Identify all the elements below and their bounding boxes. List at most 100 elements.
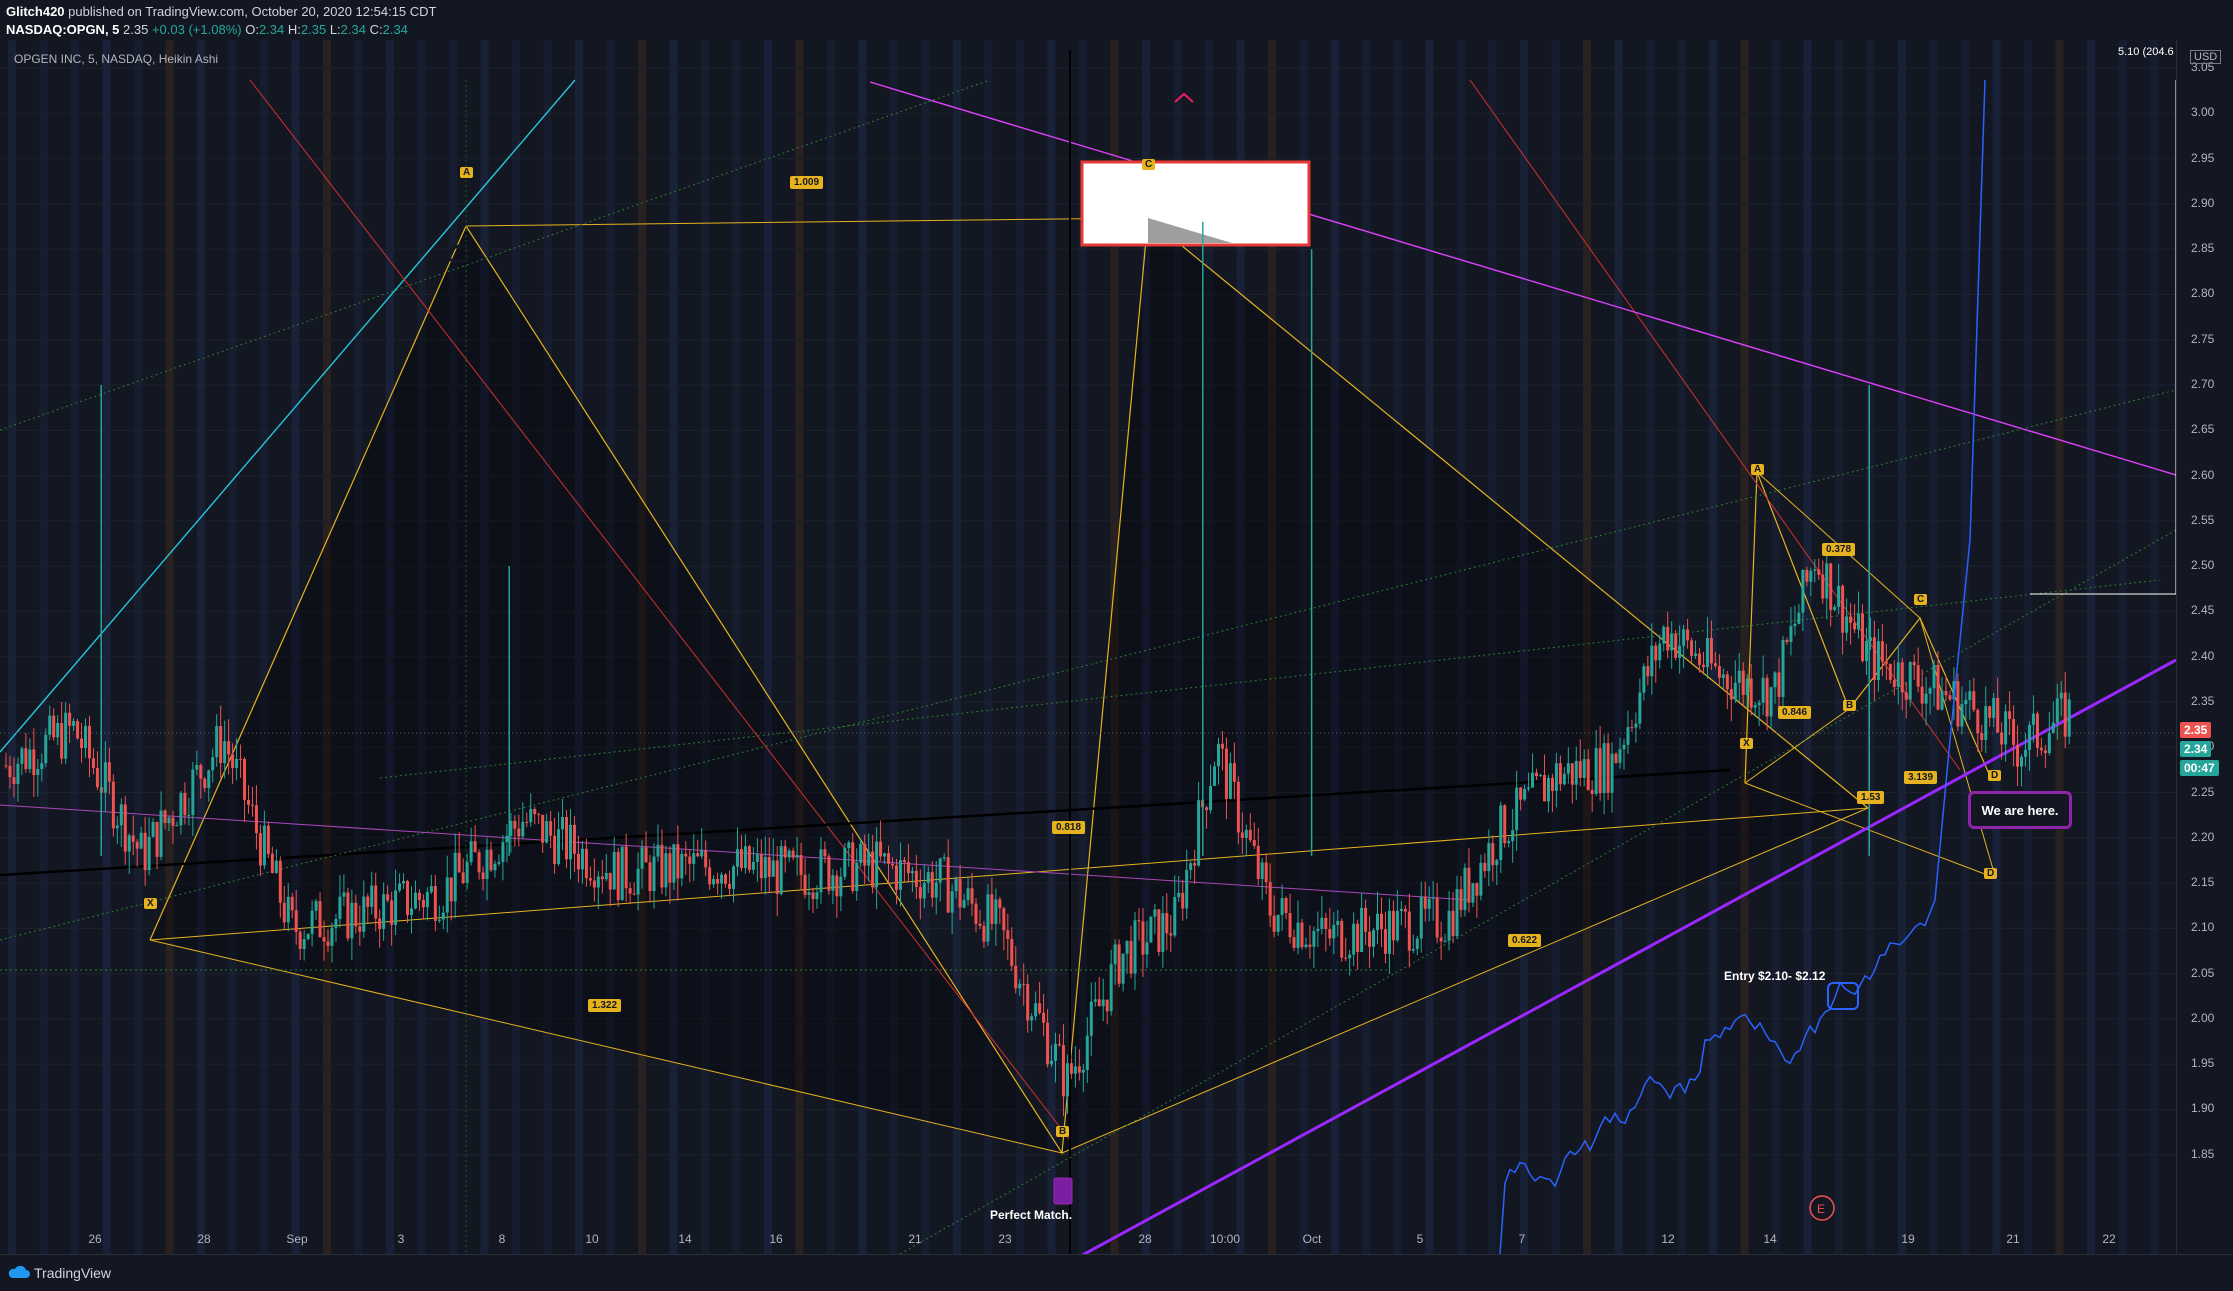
ratio-xd: 0.818 [1052, 821, 1086, 834]
pattern-point-b: B [1056, 1126, 1070, 1137]
candle-body [1443, 940, 1447, 942]
small-point-d: D [1984, 868, 1998, 879]
time-tick-label: Oct [1303, 1232, 1322, 1246]
candle-body [565, 817, 569, 860]
candle-body [179, 793, 183, 826]
candle-body [1566, 763, 1570, 774]
session-band [2118, 40, 2127, 1254]
low-value: 2.34 [340, 22, 366, 37]
candle-body [918, 886, 922, 899]
candle-body [628, 888, 632, 894]
candle-body [1578, 760, 1582, 779]
candle-body [811, 892, 815, 900]
candle-body [175, 825, 179, 827]
candle-body [298, 931, 302, 949]
candle-body [306, 933, 310, 940]
candle-body [477, 852, 481, 873]
candle-body [1507, 841, 1511, 844]
candle-body [656, 844, 660, 857]
candle-body [2004, 711, 2008, 745]
we-are-here-callout[interactable]: We are here. [1968, 791, 2072, 829]
candle-body [700, 850, 704, 857]
candle-body [1801, 569, 1805, 613]
candle-body [1725, 674, 1729, 690]
candle-body [485, 849, 489, 880]
candle-body [1538, 775, 1542, 777]
candle-body [843, 848, 847, 877]
candle-body [922, 882, 926, 899]
candle-body [44, 734, 48, 764]
candle-body [1026, 983, 1030, 1021]
candle-body [386, 894, 390, 901]
candle-body [1284, 898, 1288, 914]
candle-body [1709, 637, 1713, 664]
candle-body [2039, 747, 2043, 751]
session-band [1898, 40, 1906, 1254]
candle-body [620, 846, 624, 901]
candle-body [167, 817, 171, 824]
pattern-point-x: X [144, 898, 157, 909]
author-name[interactable]: Glitch420 [6, 4, 65, 19]
candle-body [898, 860, 902, 890]
candle-body [378, 918, 382, 929]
candle-body [632, 893, 636, 895]
ratio-small-bd: 1.53 [1857, 791, 1885, 804]
candle-body [513, 820, 517, 829]
candle-body [716, 878, 720, 884]
price-axis[interactable]: 3.05 3.00 2.95 2.90 2.85 2.80 2.75 2.70 2.65 2.60… [2176, 40, 2233, 1254]
candle-body [1491, 843, 1495, 866]
candle-body [994, 899, 998, 924]
candle-body [950, 891, 954, 913]
candle-body [28, 749, 32, 770]
price-tick-label: 1.90 [2191, 1101, 2215, 1116]
currency-label[interactable]: USD [2190, 50, 2222, 64]
price-tick-label: 2.20 [2191, 829, 2215, 844]
price-tick-label: 2.05 [2191, 965, 2215, 980]
candle-body [2059, 692, 2063, 699]
candle-body [1296, 922, 1300, 948]
candle-body [1833, 606, 1837, 610]
candle-body [433, 886, 437, 921]
candle-body [1407, 911, 1411, 951]
candle-body [863, 843, 867, 866]
candle-body [835, 875, 839, 897]
candle-body [1364, 907, 1368, 932]
candle-body [1423, 896, 1427, 909]
candle-body [1133, 920, 1137, 974]
candle-body [239, 758, 243, 760]
candle-body [1908, 662, 1912, 700]
candle-body [1197, 800, 1201, 866]
price-tick-label: 2.90 [2191, 195, 2215, 210]
price-chart[interactable]: E 26 28 Sep 3 8 10 14 16 21 23 28 10:00 Oct 5 7 12 14 19 2… [0, 40, 2176, 1254]
candle-body [1821, 574, 1825, 599]
pattern-ac-line[interactable] [465, 217, 1149, 227]
candle-body [1650, 645, 1654, 677]
candle-body [1992, 697, 1996, 718]
candle-body [664, 853, 668, 888]
price-tick-label: 2.95 [2191, 150, 2215, 165]
candle-body [930, 872, 934, 898]
candle-body [191, 769, 195, 816]
candle-body [851, 842, 855, 892]
time-tick-label: 5 [1417, 1232, 1424, 1246]
candle-body [1753, 705, 1757, 708]
session-band [197, 40, 205, 1254]
tradingview-logo[interactable]: TradingView [8, 1265, 111, 1281]
candle-body [2016, 744, 2020, 767]
candle-body [139, 832, 143, 849]
candle-body [1113, 944, 1117, 965]
candle-body [1670, 633, 1674, 651]
candle-body [1483, 862, 1487, 872]
candle-body [1666, 626, 1670, 651]
candle-body [231, 754, 235, 768]
candle-body [20, 748, 24, 764]
candle-body [1638, 692, 1642, 724]
perfect-match-note: Perfect Match. [990, 1208, 1073, 1222]
candle-body [1316, 928, 1320, 931]
session-band [1803, 40, 1812, 1254]
candle-body [958, 878, 962, 908]
candle-body [1773, 672, 1777, 688]
candle-body [1014, 965, 1018, 989]
candle-body [1574, 760, 1578, 785]
candle-body [541, 814, 545, 843]
